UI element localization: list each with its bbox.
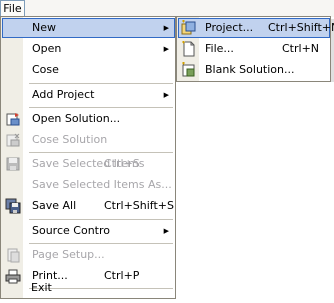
menu-separator	[29, 152, 173, 153]
menu-item-add-project[interactable]: Add Project ▶	[2, 85, 175, 105]
page-setup-icon	[5, 247, 21, 263]
menu-item-shortcut: Ctrl+S	[104, 157, 140, 170]
new-submenu: Project... Ctrl+Shift+N File... Ctrl+N B…	[176, 16, 334, 82]
menu-item-page-setup[interactable]: Page Setup...	[2, 245, 175, 265]
submenu-item-label: Blank Solution...	[205, 63, 295, 76]
menu-file[interactable]: File	[0, 0, 25, 17]
submenu-arrow-icon: ▶	[163, 91, 169, 99]
menu-item-save-selected-as[interactable]: Save Selected Items As...	[2, 175, 175, 195]
menu-item-shortcut: Ctrl+Shift+S	[104, 199, 174, 212]
submenu-item-project[interactable]: Project... Ctrl+Shift+N	[178, 18, 334, 38]
save-all-icon	[5, 198, 21, 214]
submenu-item-blank-solution[interactable]: Blank Solution...	[178, 60, 330, 80]
menu-item-exit-row[interactable]: Exit	[1, 278, 174, 298]
menu-separator	[29, 219, 173, 220]
menu-item-label: Add Project	[32, 88, 95, 101]
menu-item-close[interactable]: Cose	[2, 60, 175, 80]
menu-item-open-solution[interactable]: Open Solution...	[2, 109, 175, 129]
menu-item-label: Save Selected Items As...	[32, 178, 172, 191]
menu-bar: File	[0, 0, 334, 17]
menu-item-label: New	[32, 21, 56, 34]
menu-item-label: Open	[32, 42, 62, 55]
submenu-item-shortcut: Ctrl+Shift+N	[268, 21, 334, 34]
menu-item-label: Cose Solution	[32, 133, 108, 146]
save-icon	[5, 156, 21, 172]
menu-item-save-all[interactable]: Save All Ctrl+Shift+S	[2, 196, 175, 216]
menu-file-label: File	[3, 2, 22, 15]
menu-item-source-control[interactable]: Source Contro ▶	[2, 221, 175, 241]
menu-item-open[interactable]: Open ▶	[2, 39, 175, 59]
menu-item-label: Page Setup...	[32, 248, 105, 261]
menu-separator	[29, 107, 173, 108]
submenu-arrow-icon: ▶	[163, 227, 169, 235]
file-menu: New ▶ Open ▶ Cose Add Project ▶ Open Sol…	[0, 16, 176, 299]
close-solution-icon	[5, 132, 21, 148]
menu-separator	[29, 243, 173, 244]
submenu-arrow-icon: ▶	[163, 24, 169, 32]
submenu-item-label: File...	[205, 42, 234, 55]
submenu-item-file[interactable]: File... Ctrl+N	[178, 39, 330, 59]
menu-item-label: Exit	[31, 281, 52, 294]
open-solution-icon	[5, 111, 21, 127]
menu-separator	[29, 83, 173, 84]
new-project-icon	[181, 20, 197, 36]
menu-item-new[interactable]: New ▶	[2, 18, 175, 38]
menu-item-close-solution[interactable]: Cose Solution	[2, 130, 175, 150]
submenu-item-shortcut: Ctrl+N	[282, 42, 320, 55]
new-file-icon	[181, 41, 197, 57]
submenu-arrow-icon: ▶	[163, 45, 169, 53]
menu-item-label: Open Solution...	[32, 112, 121, 125]
blank-solution-icon	[181, 62, 197, 78]
menu-item-label: Source Contro	[32, 224, 110, 237]
submenu-item-label: Project...	[205, 21, 254, 34]
menu-item-save-selected[interactable]: Save Selected Items Ctrl+S	[2, 154, 175, 174]
menu-item-label: Save All	[32, 199, 77, 212]
menu-item-label: Cose	[32, 63, 59, 76]
